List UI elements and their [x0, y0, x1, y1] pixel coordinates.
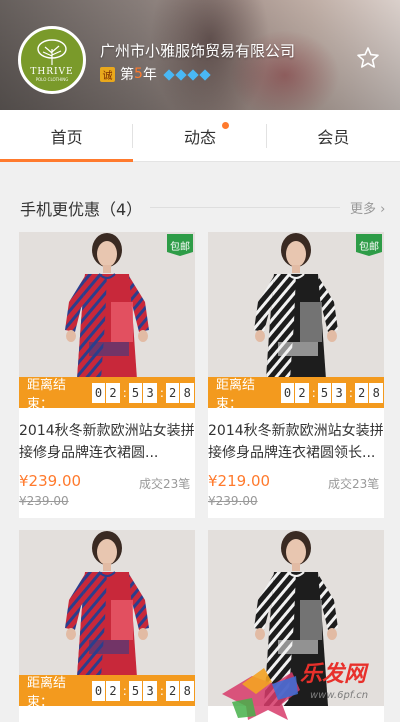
section-divider: [150, 207, 340, 208]
countdown-digit: 2: [165, 680, 180, 701]
product-price: ¥239.00: [19, 472, 82, 490]
countdown-colon: :: [311, 385, 316, 400]
product-image[interactable]: 包邮 距离结束： 0 2 : 5 3 : 2 8: [208, 232, 384, 408]
countdown-colon: :: [122, 683, 127, 698]
tab-bar: 首页 动态 会员: [0, 110, 400, 162]
free-shipping-badge: 包邮: [167, 234, 193, 256]
mobile-deals-section-header: 手机更优惠（4） 更多 ›: [0, 188, 400, 226]
countdown-bar: 距离结束： 0 2 : 5 3 : 2 8: [19, 377, 195, 408]
notification-dot: [222, 122, 229, 129]
tab-dynamics[interactable]: 动态: [133, 110, 267, 161]
diamond-icon: [163, 69, 175, 81]
countdown-digit: 5: [128, 680, 143, 701]
countdown-digit: 0: [280, 382, 295, 403]
product-image[interactable]: 包邮 距离结束： 0 2 : 5 3 : 2 8: [19, 232, 195, 408]
product-original-price: ¥239.00: [19, 494, 69, 508]
countdown-digit: 2: [295, 382, 309, 403]
shop-meta: 诚 第 5 年: [100, 64, 213, 84]
countdown-colon: :: [122, 385, 127, 400]
watermark-url: www.6pf.cn: [310, 690, 369, 701]
countdown-digit: 2: [165, 382, 180, 403]
diamond-icon: [187, 69, 199, 81]
countdown-digit: 0: [91, 680, 106, 701]
logo-subtext: POLO CLOTHING: [35, 76, 69, 82]
years-number: 5: [134, 66, 143, 82]
more-link[interactable]: 更多 ›: [350, 198, 385, 217]
product-sold-count: 成交23笔: [139, 477, 191, 491]
countdown-colon: :: [159, 385, 164, 400]
countdown-bar: 距离结束： 0 2 : 5 3 : 2 8: [208, 377, 384, 408]
tab-dynamics-label: 动态: [183, 127, 216, 147]
tree-icon: [37, 38, 67, 65]
tab-members-label: 会员: [317, 127, 350, 147]
years-suffix: 年: [142, 67, 157, 83]
diamond-icon: [199, 69, 211, 81]
product-title[interactable]: 2014秋冬新款欧洲站女装拼接修身品牌连衣裙圆...: [19, 420, 195, 464]
tab-home[interactable]: 首页: [0, 110, 134, 162]
shop-header: THRIVE POLO CLOTHING 广州市小雅服饰贸易有限公司 诚 第 5…: [0, 0, 400, 110]
product-card[interactable]: 包邮 距离结束： 0 2 : 5 3 : 2 8 2014秋冬新款欧洲站女装拼接…: [19, 232, 195, 518]
countdown-digit: 5: [128, 382, 143, 403]
countdown-digit: 0: [91, 382, 106, 403]
countdown-digit: 2: [106, 680, 120, 701]
tab-members[interactable]: 会员: [267, 110, 400, 161]
product-card[interactable]: 包邮 距离结束： 0 2 : 5 3 : 2 8 2014秋冬新款欧洲站女装拼接…: [208, 232, 384, 518]
countdown-digit: 8: [369, 382, 383, 403]
tab-home-label: 首页: [50, 127, 83, 147]
countdown-label: 距离结束：: [27, 675, 67, 707]
logo-text: THRIVE: [30, 66, 74, 77]
countdown-digit: 2: [354, 382, 369, 403]
countdown-digit: 3: [143, 382, 157, 403]
countdown-digit: 3: [332, 382, 346, 403]
shop-name: 广州市小雅服饰贸易有限公司: [100, 42, 296, 60]
countdown-digit: 8: [180, 382, 194, 403]
free-shipping-badge: 包邮: [356, 234, 382, 256]
countdown-digit: 8: [180, 680, 194, 701]
countdown-label: 距离结束：: [27, 377, 67, 409]
certified-badge-icon: 诚: [100, 66, 115, 82]
countdown-digit: 3: [143, 680, 157, 701]
favorite-star-icon[interactable]: [356, 46, 380, 70]
diamond-icon: [175, 69, 187, 81]
years-prefix: 第: [120, 67, 134, 83]
product-title[interactable]: 2014秋冬新款欧洲站女装拼接修身品牌连衣裙圆领长...: [208, 420, 384, 464]
section-title: 手机更优惠（4）: [20, 200, 143, 219]
product-original-price: ¥239.00: [208, 494, 258, 508]
seller-rating-diamonds: [163, 69, 213, 81]
countdown-bar: 距离结束： 0 2 : 5 3 : 2 8: [19, 675, 195, 706]
countdown-colon: :: [348, 385, 353, 400]
countdown-digit: 5: [317, 382, 332, 403]
countdown-colon: :: [159, 683, 164, 698]
countdown-digit: 2: [106, 382, 120, 403]
shop-logo[interactable]: THRIVE POLO CLOTHING: [18, 26, 86, 94]
product-price: ¥219.00: [208, 472, 271, 490]
watermark-text: 乐发网: [300, 661, 367, 687]
product-card[interactable]: 距离结束： 0 2 : 5 3 : 2 8: [19, 530, 195, 722]
product-sold-count: 成交23笔: [328, 477, 380, 491]
product-image[interactable]: 距离结束： 0 2 : 5 3 : 2 8: [19, 530, 195, 706]
countdown-label: 距离结束：: [216, 377, 256, 409]
